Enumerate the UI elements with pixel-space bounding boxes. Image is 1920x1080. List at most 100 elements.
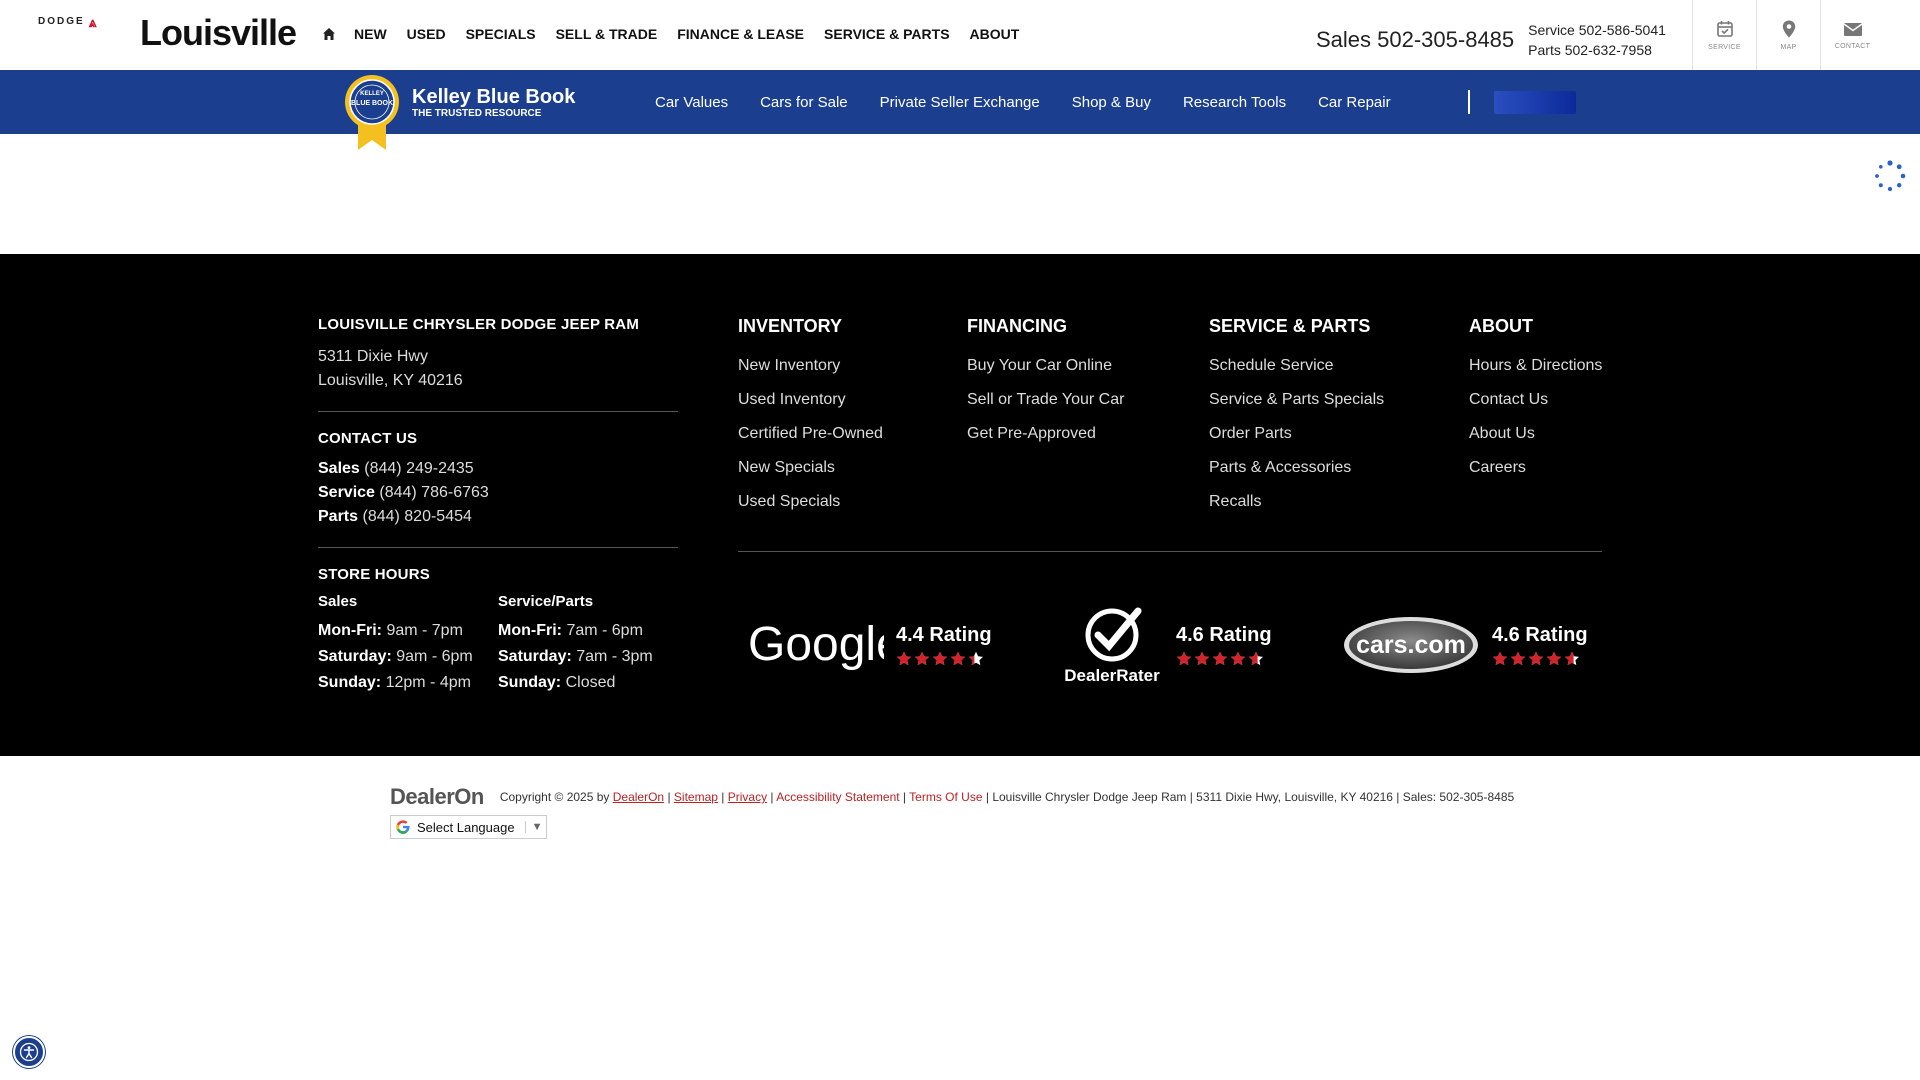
footer-link[interactable]: About Us bbox=[1469, 417, 1602, 451]
privacy-link[interactable]: Privacy bbox=[728, 790, 767, 804]
dodge-wordmark: DODGE bbox=[38, 16, 85, 27]
google-g-icon bbox=[396, 820, 410, 834]
footer-link[interactable]: Hours & Directions bbox=[1469, 349, 1602, 383]
service-phone-row[interactable]: Service 502-586-5041 bbox=[1528, 20, 1666, 40]
rating-dealerrater[interactable]: DealerRater 4.6 Rating bbox=[1060, 600, 1272, 690]
dodge-logo[interactable]: DODGE ⩓ bbox=[38, 13, 99, 30]
util-service[interactable]: SERVICE bbox=[1692, 0, 1756, 70]
dropdown-arrow-icon: ▼ bbox=[524, 821, 542, 833]
footer-col-about: ABOUT Hours & Directions Contact Us Abou… bbox=[1469, 316, 1602, 519]
hours-time: 7am - 6pm bbox=[566, 622, 643, 639]
footer-link[interactable]: Recalls bbox=[1209, 485, 1469, 519]
terms-of-use-link[interactable]: Terms Of Use bbox=[909, 790, 982, 804]
hours-row: Sunday: Closed bbox=[498, 670, 678, 696]
rating-score: 4.6 Rating bbox=[1176, 623, 1272, 646]
kbb-link-cars-for-sale[interactable]: Cars for Sale bbox=[760, 94, 848, 111]
footer-link[interactable]: Order Parts bbox=[1209, 417, 1469, 451]
rating-text: 4.6 Rating bbox=[1176, 624, 1272, 667]
hours-day: Saturday: bbox=[498, 648, 572, 665]
contact-service[interactable]: Service (844) 786-6763 bbox=[318, 481, 678, 505]
star-icon bbox=[897, 651, 911, 665]
home-icon[interactable] bbox=[322, 27, 336, 41]
dealeron-logo[interactable]: DealerOn bbox=[390, 784, 484, 810]
dealer-info: LOUISVILLE CHRYSLER DODGE JEEP RAM 5311 … bbox=[318, 316, 678, 696]
footer-link[interactable]: Used Inventory bbox=[738, 383, 967, 417]
footer-link[interactable]: Sell or Trade Your Car bbox=[967, 383, 1209, 417]
util-contact[interactable]: CONTACT bbox=[1820, 0, 1884, 70]
hours-time: 9am - 6pm bbox=[396, 648, 473, 665]
legal-dealer-info: Louisville Chrysler Dodge Jeep Ram | 531… bbox=[992, 790, 1515, 804]
kbb-link-private-seller[interactable]: Private Seller Exchange bbox=[880, 94, 1040, 111]
nav-about[interactable]: ABOUT bbox=[970, 26, 1020, 42]
brand[interactable]: DODGE ⩓ Louisville bbox=[38, 12, 297, 53]
rating-carscom[interactable]: cars.com 4.6 Rating bbox=[1342, 600, 1588, 690]
accessibility-statement-link[interactable]: Accessibility Statement bbox=[776, 790, 899, 804]
nav-new[interactable]: NEW bbox=[354, 26, 387, 42]
nav-finance-lease[interactable]: FINANCE & LEASE bbox=[677, 26, 804, 42]
star-icon bbox=[915, 651, 929, 665]
footer-link[interactable]: Service & Parts Specials bbox=[1209, 383, 1469, 417]
contact-label: Parts bbox=[318, 508, 359, 525]
kbb-badge-icon[interactable]: BLUE BOOK KELLEY bbox=[344, 68, 400, 150]
legal-bar: DealerOn Copyright © 2025 by DealerOn | … bbox=[390, 784, 1514, 810]
svg-text:DealerRater: DealerRater bbox=[1064, 666, 1160, 685]
footer-link[interactable]: Buy Your Car Online bbox=[967, 349, 1209, 383]
address-line-1[interactable]: 5311 Dixie Hwy bbox=[318, 345, 678, 369]
rating-google[interactable]: Google 4.4 Rating bbox=[748, 600, 992, 690]
nav-specials[interactable]: SPECIALS bbox=[466, 26, 536, 42]
accessibility-widget-button[interactable] bbox=[13, 1036, 45, 1068]
dealeron-link[interactable]: DealerOn bbox=[613, 790, 664, 804]
contact-value: (844) 786-6763 bbox=[379, 484, 489, 501]
util-contact-label: CONTACT bbox=[1834, 42, 1871, 50]
kbb-sign-in-button[interactable] bbox=[1494, 91, 1576, 114]
nav-sell-trade[interactable]: SELL & TRADE bbox=[556, 26, 658, 42]
footer-link[interactable]: Contact Us bbox=[1469, 383, 1602, 417]
kbb-link-car-values[interactable]: Car Values bbox=[655, 94, 728, 111]
rating-text: 4.6 Rating bbox=[1492, 624, 1588, 667]
site-footer: LOUISVILLE CHRYSLER DODGE JEEP RAM 5311 … bbox=[0, 254, 1920, 756]
nav-used[interactable]: USED bbox=[407, 26, 446, 42]
hours-row: Sunday: 12pm - 4pm bbox=[318, 670, 498, 696]
footer-link[interactable]: Parts & Accessories bbox=[1209, 451, 1469, 485]
contact-label: Service bbox=[318, 484, 375, 501]
accessibility-icon bbox=[19, 1042, 39, 1062]
parts-phone-row[interactable]: Parts 502-632-7958 bbox=[1528, 40, 1666, 60]
footer-link[interactable]: Careers bbox=[1469, 451, 1602, 485]
hours-day: Mon-Fri: bbox=[498, 622, 562, 639]
ram-mark-icon: ⩓ bbox=[88, 13, 99, 30]
contact-sales[interactable]: Sales (844) 249-2435 bbox=[318, 457, 678, 481]
dealerrater-logo: DealerRater bbox=[1064, 607, 1160, 685]
star-icon bbox=[1177, 651, 1191, 665]
ratings-row: Google 4.4 Rating DealerRater 4.6 Rating bbox=[738, 600, 1602, 690]
footer-link[interactable]: New Inventory bbox=[738, 349, 967, 383]
kbb-link-shop-buy[interactable]: Shop & Buy bbox=[1072, 94, 1151, 111]
star-icon bbox=[1493, 651, 1507, 665]
footer-link[interactable]: Used Specials bbox=[738, 485, 967, 519]
nav-service-parts[interactable]: SERVICE & PARTS bbox=[824, 26, 950, 42]
kbb-divider bbox=[1468, 90, 1470, 114]
address-line-2[interactable]: Louisville, KY 40216 bbox=[318, 369, 678, 393]
footer-link[interactable]: Get Pre-Approved bbox=[967, 417, 1209, 451]
footer-col-financing: FINANCING Buy Your Car Online Sell or Tr… bbox=[967, 316, 1209, 519]
main-nav: NEW USED SPECIALS SELL & TRADE FINANCE &… bbox=[322, 26, 1039, 42]
rating-score: 4.6 Rating bbox=[1492, 623, 1588, 646]
louisville-logo[interactable]: Louisville bbox=[140, 12, 297, 54]
sales-phone-link[interactable]: Sales 502-305-8485 bbox=[1316, 27, 1514, 53]
util-service-label: SERVICE bbox=[1708, 43, 1741, 51]
footer-link[interactable]: Certified Pre-Owned bbox=[738, 417, 967, 451]
footer-link[interactable]: Schedule Service bbox=[1209, 349, 1469, 383]
kbb-link-car-repair[interactable]: Car Repair bbox=[1318, 94, 1391, 111]
kbb-subtitle: THE TRUSTED RESOURCE bbox=[412, 108, 542, 119]
sitemap-link[interactable]: Sitemap bbox=[674, 790, 718, 804]
svg-text:KELLEY: KELLEY bbox=[360, 91, 384, 97]
parts-phone: 502-632-7958 bbox=[1564, 42, 1652, 58]
header-phones: Sales 502-305-8485 Service 502-586-5041 … bbox=[1316, 20, 1666, 60]
kbb-link-research-tools[interactable]: Research Tools bbox=[1183, 94, 1286, 111]
util-map[interactable]: MAP bbox=[1756, 0, 1820, 70]
language-select[interactable]: Select Language ▼ bbox=[390, 815, 547, 839]
footer-link[interactable]: New Specials bbox=[738, 451, 967, 485]
google-logo: Google bbox=[748, 620, 884, 670]
kbb-title[interactable]: Kelley Blue Book bbox=[412, 86, 575, 109]
contact-parts[interactable]: Parts (844) 820-5454 bbox=[318, 505, 678, 529]
util-map-label: MAP bbox=[1780, 43, 1797, 51]
